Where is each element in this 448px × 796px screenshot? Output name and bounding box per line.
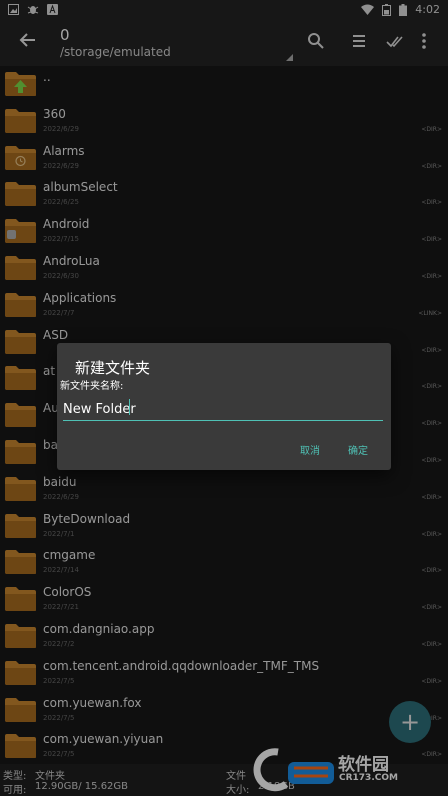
folder-name-input[interactable]	[63, 398, 383, 421]
text-caret	[129, 399, 130, 415]
confirm-button[interactable]: 确定	[348, 442, 368, 457]
dialog-label: 新文件夹名称:	[60, 381, 124, 392]
cancel-button[interactable]: 取消	[300, 442, 320, 457]
dialog-title: 新建文件夹	[75, 359, 151, 377]
new-folder-dialog: 新建文件夹 新文件夹名称: 取消 确定	[57, 343, 391, 470]
